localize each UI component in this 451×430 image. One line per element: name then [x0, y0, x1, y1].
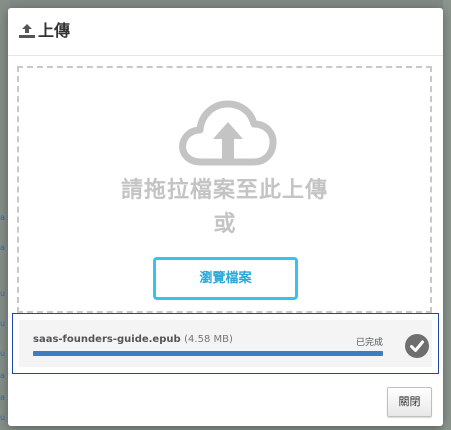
- dialog-footer: 關閉: [8, 378, 443, 426]
- background-fragment: a: [0, 243, 5, 252]
- upload-status: 已完成: [356, 338, 384, 348]
- background-fragment: a: [0, 371, 5, 380]
- background-fragment: a: [0, 213, 5, 222]
- uploaded-file-item[interactable]: saas-founders-guide.epub (4.58 MB) 已完成: [12, 313, 439, 374]
- dialog-title: 上傳: [38, 21, 71, 40]
- upload-dialog: 上傳 請拖拉檔案至此上傳 或 瀏覽檔案 saas-founders-guide.…: [8, 8, 443, 426]
- file-item-body: saas-founders-guide.epub (4.58 MB) 已完成: [19, 320, 432, 367]
- dialog-header: 上傳: [8, 8, 443, 56]
- drop-instructions: 請拖拉檔案至此上傳: [120, 178, 328, 203]
- background-fragment: u: [0, 319, 6, 328]
- background-fragment: u: [0, 413, 6, 422]
- background-fragment: a: [0, 393, 5, 402]
- file-name-line: saas-founders-guide.epub (4.58 MB): [33, 334, 233, 345]
- file-size: (4.58 MB): [184, 334, 233, 345]
- background-fragment: u: [0, 289, 6, 298]
- check-circle-icon: [405, 334, 429, 358]
- upload-icon: [19, 24, 35, 38]
- file-drop-zone[interactable]: 請拖拉檔案至此上傳 或 瀏覽檔案: [17, 66, 432, 313]
- browse-files-button[interactable]: 瀏覽檔案: [153, 257, 298, 300]
- upload-progress-bar: [33, 351, 383, 356]
- close-button[interactable]: 關閉: [387, 387, 432, 417]
- file-name: saas-founders-guide.epub: [33, 334, 181, 345]
- cloud-upload-icon: [179, 100, 277, 166]
- background-fragment: u: [0, 349, 6, 358]
- or-separator: 或: [213, 212, 236, 237]
- background-right-edge: [443, 0, 451, 430]
- upload-progress-fill: [33, 351, 383, 356]
